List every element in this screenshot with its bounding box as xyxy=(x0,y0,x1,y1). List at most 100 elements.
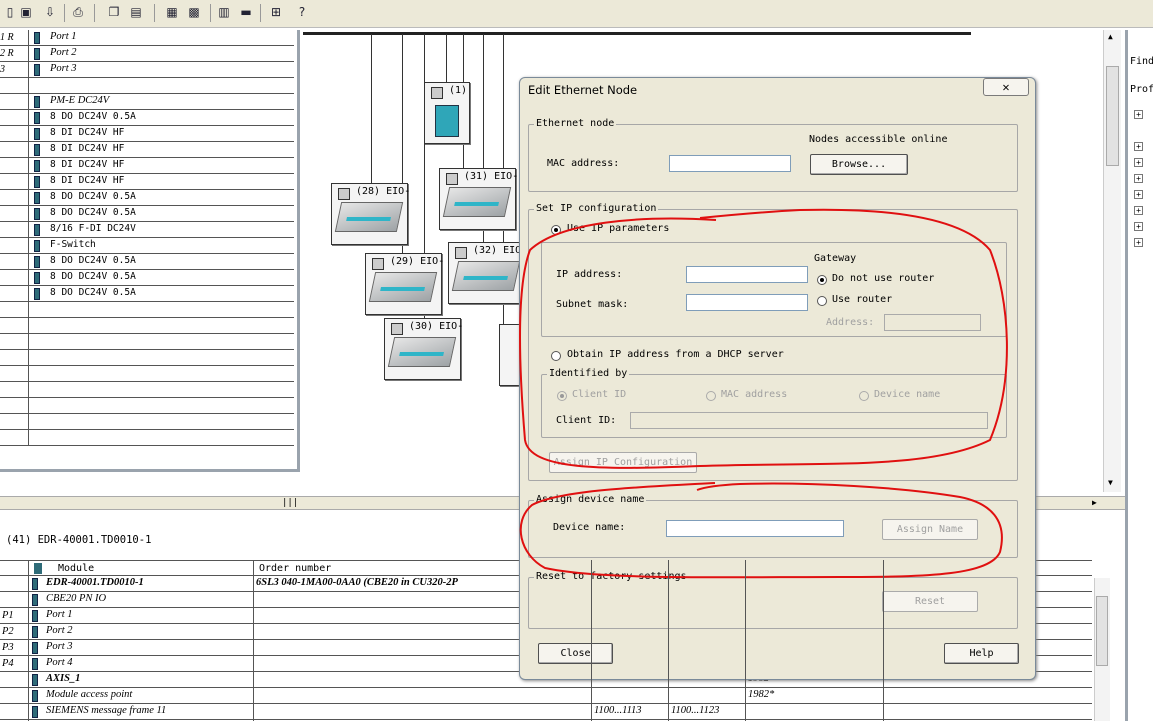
browse-button[interactable]: Browse... xyxy=(810,154,908,175)
column-divider xyxy=(28,382,29,398)
copy-icon[interactable]: ❐ xyxy=(106,4,122,20)
empty-row[interactable] xyxy=(0,334,294,350)
subnet-mask-input[interactable] xyxy=(686,294,808,311)
config-row[interactable]: 8 DO DC24V 0.5A xyxy=(0,270,294,286)
config-row[interactable]: 8 DO DC24V 0.5A xyxy=(0,286,294,302)
bottom-scrollbar[interactable] xyxy=(1094,578,1110,721)
config-row[interactable]: 8 DI DC24V HF xyxy=(0,174,294,190)
assign-ip-configuration-button[interactable]: Assign IP Configuration xyxy=(549,452,697,473)
close-button[interactable]: Close xyxy=(538,643,613,664)
network-node-partial[interactable] xyxy=(499,324,521,386)
column-divider xyxy=(28,350,29,366)
empty-row[interactable] xyxy=(0,398,294,414)
config-row[interactable]: 8 DI DC24V HF xyxy=(0,158,294,174)
save-icon[interactable]: ▣ xyxy=(18,4,34,20)
config-row[interactable]: F-Switch xyxy=(0,238,294,254)
network-node-31[interactable]: (31) EIO- xyxy=(439,168,519,230)
scroll-up-icon[interactable]: ▲ xyxy=(1108,32,1113,41)
config-row[interactable]: 8 DO DC24V 0.5A xyxy=(0,110,294,126)
column-divider xyxy=(28,206,29,222)
table-row[interactable]: Module access point 1982* xyxy=(0,688,1092,704)
client-id-option-label: Client ID xyxy=(572,389,627,400)
module-label: 8 DI DC24V HF xyxy=(50,143,125,154)
dhcp-radio[interactable] xyxy=(551,351,561,361)
print-icon[interactable]: ⎙ xyxy=(70,4,86,20)
no-router-radio[interactable] xyxy=(817,275,827,285)
column-header-order[interactable]: Order number xyxy=(259,563,331,574)
tree-expand-icon[interactable]: + xyxy=(1134,222,1143,231)
cell-c3: 1100...1113 xyxy=(594,705,642,716)
node-label: (31) EIO- xyxy=(464,171,519,182)
network-node-30[interactable]: (30) EIO- xyxy=(384,318,463,380)
network-node-29[interactable]: (29) EIO- xyxy=(365,253,445,315)
vertical-scrollbar[interactable]: ▲ ▼ xyxy=(1103,30,1121,492)
mac-address-input[interactable] xyxy=(669,155,791,172)
download-icon[interactable]: ⇩ xyxy=(42,4,58,20)
table-row[interactable]: SIEMENS message frame 11 1100...1113 1100.… xyxy=(0,704,1092,720)
assign-name-button[interactable]: Assign Name xyxy=(882,519,978,540)
help-button[interactable]: Help xyxy=(944,643,1019,664)
new-icon[interactable]: ▯ xyxy=(2,4,18,20)
node-label: (1) xyxy=(449,85,468,96)
catalog-icon[interactable]: ▥ xyxy=(216,4,232,20)
tree-expand-icon[interactable]: + xyxy=(1134,174,1143,183)
empty-row[interactable] xyxy=(0,302,294,318)
netpro-icon[interactable]: ⊞ xyxy=(268,4,284,20)
scroll-down-icon[interactable]: ▼ xyxy=(1108,478,1113,487)
use-router-label: Use router xyxy=(832,294,893,305)
empty-row[interactable] xyxy=(0,414,294,430)
config-row[interactable]: 8/16 F-DI DC24V xyxy=(0,222,294,238)
config-row[interactable]: PM-E DC24V xyxy=(0,94,294,110)
config-row[interactable]: 3 Port 3 xyxy=(0,62,294,78)
config-row[interactable]: 8 DI DC24V HF xyxy=(0,126,294,142)
module-icon xyxy=(34,112,40,124)
tree-expand-icon[interactable]: + xyxy=(1134,142,1143,151)
use-ip-parameters-radio[interactable] xyxy=(551,225,561,235)
mac-address-radio[interactable] xyxy=(706,391,716,401)
router-address-input[interactable] xyxy=(884,314,981,331)
empty-row[interactable] xyxy=(0,430,294,446)
network-node-1[interactable]: (1) xyxy=(424,82,470,144)
empty-row[interactable] xyxy=(0,350,294,366)
app-window: ▯ ▣ ⇩ ⎙ ❐ ▤ ▦ ▩ ▥ ▬ ⊞ ? 1 R Port 1 2 R Port… xyxy=(0,0,1153,721)
config-row[interactable]: 8 DO DC24V 0.5A xyxy=(0,206,294,222)
config-row[interactable] xyxy=(0,78,294,94)
scroll-thumb[interactable] xyxy=(1106,66,1119,166)
window-icon[interactable]: ▬ xyxy=(238,4,254,20)
reset-button[interactable]: Reset xyxy=(882,591,978,612)
client-id-input[interactable] xyxy=(630,412,988,429)
use-router-radio[interactable] xyxy=(817,296,827,306)
close-icon[interactable]: ✕ xyxy=(983,78,1029,96)
cell-module: EDR-40001.TD0010-1 xyxy=(46,577,144,588)
device-name-radio[interactable] xyxy=(859,391,869,401)
config-row[interactable]: 8 DI DC24V HF xyxy=(0,142,294,158)
config-row[interactable]: 8 DO DC24V 0.5A xyxy=(0,190,294,206)
tree-expand-icon[interactable]: + xyxy=(1134,110,1143,119)
paste-icon[interactable]: ▤ xyxy=(128,4,144,20)
network-node-28[interactable]: (28) EIO- xyxy=(331,183,410,245)
scroll-thumb[interactable] xyxy=(1096,596,1108,666)
help-cursor-icon[interactable]: ? xyxy=(294,4,310,20)
splitter-grip-icon[interactable]: ||| xyxy=(282,498,298,508)
tree-expand-icon[interactable]: + xyxy=(1134,206,1143,215)
config-row[interactable]: 1 R Port 1 xyxy=(0,30,294,46)
client-id-radio[interactable] xyxy=(557,391,567,401)
tree-expand-icon[interactable]: + xyxy=(1134,190,1143,199)
client-id-label: Client ID: xyxy=(556,415,617,426)
tree-expand-icon[interactable]: + xyxy=(1134,158,1143,167)
ip-address-input[interactable] xyxy=(686,266,808,283)
network-icon[interactable]: ▩ xyxy=(186,4,202,20)
tree-expand-icon[interactable]: + xyxy=(1134,238,1143,247)
station-icon[interactable]: ▦ xyxy=(164,4,180,20)
config-row[interactable]: 2 R Port 2 xyxy=(0,46,294,62)
device-name-input[interactable] xyxy=(666,520,844,537)
network-node-32[interactable]: (32) EIO- xyxy=(448,242,527,304)
empty-row[interactable] xyxy=(0,366,294,382)
scroll-right-icon[interactable]: ▶ xyxy=(1092,498,1097,507)
column-header-module[interactable]: Module xyxy=(58,563,94,574)
node-label: (29) EIO- xyxy=(390,256,445,267)
empty-row[interactable] xyxy=(0,382,294,398)
empty-row[interactable] xyxy=(0,318,294,334)
toolbar: ▯ ▣ ⇩ ⎙ ❐ ▤ ▦ ▩ ▥ ▬ ⊞ ? xyxy=(0,0,1153,28)
config-row[interactable]: 8 DO DC24V 0.5A xyxy=(0,254,294,270)
